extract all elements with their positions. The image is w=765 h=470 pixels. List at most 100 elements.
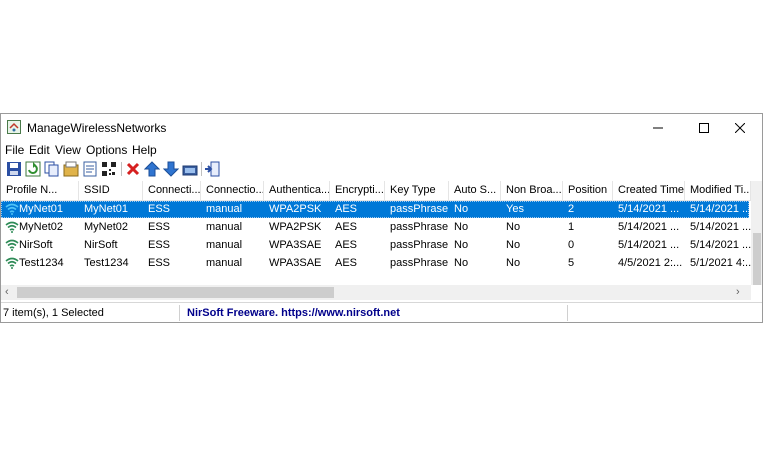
app-icon [7,120,21,134]
cell-ssid: Test1234 [84,257,129,269]
horizontal-scroll-thumb[interactable] [17,287,334,298]
cell-profile-name: Test1234 [19,257,64,269]
title-bar[interactable]: ManageWirelessNetworks [1,114,762,142]
cell-profile-name: MyNet02 [19,221,64,233]
cell-connection-mode: manual [206,257,243,269]
delete-icon[interactable] [125,161,141,177]
cell-connection-type: ESS [148,257,171,269]
move-down-icon[interactable] [163,161,179,177]
toolbar-separator [201,162,202,176]
wifi-icon [5,221,19,233]
properties-icon[interactable] [63,161,79,177]
wifi-icon [5,257,19,269]
col-position[interactable]: Position [563,181,613,200]
qr-code-icon[interactable] [101,161,117,177]
col-non-broadcast[interactable]: Non Broa... [501,181,563,200]
menu-file[interactable]: File [5,143,24,157]
menu-edit[interactable]: Edit [29,143,50,157]
cell-modified-time: 5/14/2021 ... [690,221,752,233]
list-header: Profile N... SSID Connecti... Connectio.… [1,181,751,201]
cell-created-time: 5/14/2021 ... [618,239,680,251]
col-profile-name[interactable]: Profile N... [1,181,79,200]
copy-icon[interactable] [44,161,60,177]
minimize-icon [653,127,663,129]
col-authentication[interactable]: Authentica... [264,181,330,200]
status-bar: 7 item(s), 1 Selected NirSoft Freeware. … [1,302,762,323]
table-row[interactable]: Test1234 Test1234 ESS manual WPA3SAE AES… [1,255,754,272]
col-encryption[interactable]: Encrypti... [330,181,385,200]
save-icon[interactable] [6,161,22,177]
status-item-count: 7 item(s), 1 Selected [3,307,104,319]
col-ssid[interactable]: SSID [79,181,143,200]
vertical-scrollbar[interactable] [751,181,762,285]
toolbar [1,159,762,179]
wifi-icon [5,239,19,251]
vertical-scroll-thumb[interactable] [753,233,761,285]
cell-encryption: AES [335,257,358,269]
cell-position: 5 [568,257,575,269]
status-separator [179,305,180,321]
col-connection-type[interactable]: Connecti... [143,181,201,200]
cell-key-type: passPhrase [390,221,449,233]
menu-bar: File Edit View Options Help [1,142,762,158]
refresh-icon[interactable] [25,161,41,177]
col-connection-mode[interactable]: Connectio... [201,181,264,200]
close-button[interactable] [717,114,763,142]
exit-icon[interactable] [204,161,220,177]
cell-modified-time: 5/1/2021 4:... [690,257,755,269]
col-modified-time[interactable]: Modified Ti... [685,181,751,200]
cell-position: 0 [568,239,575,251]
col-key-type[interactable]: Key Type [385,181,449,200]
menu-options[interactable]: Options [86,143,127,157]
table-row[interactable]: MyNet02 MyNet02 ESS manual WPA2PSK AES p… [1,219,752,236]
scroll-left-icon[interactable]: ‹ [5,285,9,300]
window-title: ManageWirelessNetworks [27,121,167,135]
scroll-right-icon[interactable]: › [736,285,740,300]
networks-list[interactable]: Profile N... SSID Connecti... Connectio.… [1,181,762,285]
cell-position: 1 [568,221,575,233]
cell-key-type: passPhrase [390,239,449,251]
cell-created-time: 4/5/2021 2:... [618,257,683,269]
cell-key-type: passPhrase [390,203,449,215]
cell-auto-switch: No [454,257,469,269]
table-row[interactable]: MyNet01 MyNet01 ESS manual WPA2PSK AES p… [1,201,752,218]
cell-connection-mode: manual [206,203,243,215]
html-report-icon[interactable] [82,161,98,177]
cell-ssid: MyNet02 [84,221,129,233]
move-up-icon[interactable] [144,161,160,177]
connect-icon[interactable] [182,161,198,177]
cell-auto-switch: No [454,203,469,215]
cell-created-time: 5/14/2021 ... [618,203,680,215]
cell-auto-switch: No [454,221,469,233]
col-auto-switch[interactable]: Auto S... [449,181,501,200]
cell-authentication: WPA3SAE [269,257,322,269]
cell-ssid: NirSoft [84,239,118,251]
cell-authentication: WPA2PSK [269,221,322,233]
wifi-icon [5,203,19,215]
minimize-button[interactable] [635,114,681,142]
cell-modified-time: 5/14/2021 ... [690,239,752,251]
cell-key-type: passPhrase [390,257,449,269]
status-separator [567,305,568,321]
table-row[interactable]: NirSoft NirSoft ESS manual WPA3SAE AES p… [1,237,752,254]
cell-non-broadcast: No [506,221,521,233]
cell-modified-time: 5/14/2021 ... [690,203,752,215]
menu-view[interactable]: View [55,143,81,157]
close-icon [735,123,745,133]
cell-connection-type: ESS [148,239,171,251]
cell-created-time: 5/14/2021 ... [618,221,680,233]
cell-ssid: MyNet01 [84,203,129,215]
cell-connection-mode: manual [206,239,243,251]
cell-authentication: WPA2PSK [269,203,322,215]
nirsoft-link[interactable]: NirSoft Freeware. https://www.nirsoft.ne… [187,307,400,319]
col-created-time[interactable]: Created Time [613,181,685,200]
cell-connection-mode: manual [206,221,243,233]
cell-encryption: AES [335,221,358,233]
cell-encryption: AES [335,203,358,215]
cell-connection-type: ESS [148,221,171,233]
horizontal-scrollbar[interactable]: ‹ › [1,285,751,300]
toolbar-separator [121,162,122,176]
cell-encryption: AES [335,239,358,251]
menu-help[interactable]: Help [132,143,157,157]
cell-authentication: WPA3SAE [269,239,322,251]
